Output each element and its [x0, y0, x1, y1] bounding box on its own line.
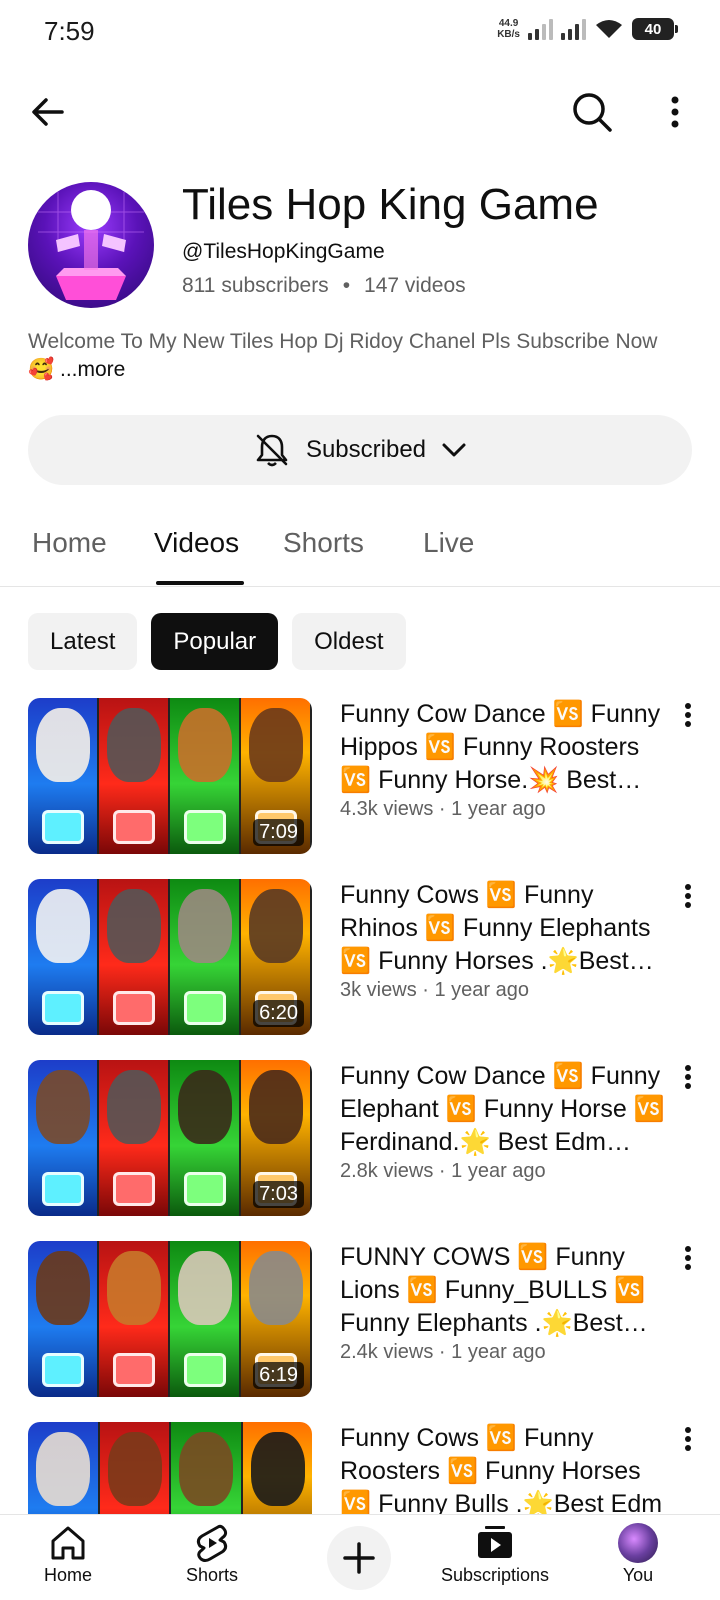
tab-home[interactable]: Home — [32, 527, 107, 559]
shorts-icon — [196, 1524, 228, 1562]
nav-shorts[interactable]: Shorts — [186, 1521, 238, 1586]
search-icon[interactable] — [570, 90, 614, 134]
channel-description[interactable]: Welcome To My New Tiles Hop Dj Ridoy Cha… — [28, 328, 688, 384]
nav-subscriptions[interactable]: Subscriptions — [441, 1521, 549, 1586]
top-app-bar — [0, 80, 720, 144]
video-title[interactable]: Funny Cow Dance 🆚 Funny Hippos 🆚 Funny R… — [340, 698, 668, 797]
channel-avatar[interactable] — [28, 182, 154, 308]
subscriptions-icon — [478, 1526, 513, 1558]
video-more-icon[interactable] — [676, 1243, 700, 1273]
more-vert-icon[interactable] — [660, 90, 690, 134]
chip-latest[interactable]: Latest — [28, 613, 138, 670]
channel-handle: @TilesHopKingGame — [182, 240, 385, 263]
tab-videos[interactable]: Videos — [154, 527, 239, 559]
channel-avatar-art — [38, 190, 144, 300]
subscribed-label: Subscribed — [305, 436, 427, 463]
nav-shorts-label: Shorts — [186, 1565, 239, 1585]
video-more-icon[interactable] — [676, 1062, 700, 1092]
video-duration: 6:19 — [253, 1362, 304, 1389]
video-thumbnail[interactable]: 7:03 — [28, 1060, 312, 1216]
nav-you-label: You — [622, 1565, 654, 1585]
video-title[interactable]: FUNNY COWS 🆚 Funny Lions 🆚 Funny_BULLS 🆚… — [340, 1241, 668, 1340]
subscribed-button[interactable]: Subscribed — [28, 415, 692, 485]
video-title[interactable]: Funny Cow Dance 🆚 Funny Elephant 🆚 Funny… — [340, 1060, 668, 1159]
chip-oldest[interactable]: Oldest — [292, 613, 406, 670]
video-thumbnail[interactable]: 6:19 — [28, 1241, 312, 1397]
description-more-link[interactable]: ...more — [60, 358, 125, 381]
wifi-icon — [596, 20, 622, 38]
video-more-icon[interactable] — [676, 1424, 700, 1454]
channel-name: Tiles Hop King Game — [182, 180, 599, 229]
video-meta: 2.4k views · 1 year ago — [340, 1341, 546, 1363]
sort-chips: Latest Popular Oldest — [28, 613, 406, 670]
video-more-icon[interactable] — [676, 881, 700, 911]
status-bar: 7:59 44.9 KB/s 40 — [0, 0, 720, 66]
tab-shorts[interactable]: Shorts — [283, 527, 364, 559]
home-icon — [51, 1526, 85, 1560]
active-tab-indicator — [156, 581, 244, 585]
video-more-icon[interactable] — [676, 700, 700, 730]
chip-popular[interactable]: Popular — [151, 613, 279, 670]
video-count: 147 videos — [364, 274, 466, 297]
signal-icon — [528, 18, 553, 40]
battery-icon: 40 — [632, 18, 678, 40]
tab-live[interactable]: Live — [423, 527, 474, 559]
create-button[interactable] — [327, 1526, 391, 1590]
video-duration: 7:09 — [253, 819, 304, 846]
video-list: 7:09 Funny Cow Dance 🆚 Funny Hippos 🆚 Fu… — [0, 698, 720, 1514]
network-speed-value: 44.9 — [498, 18, 519, 29]
nav-subscriptions-label: Subscriptions — [441, 1565, 550, 1585]
status-time: 7:59 — [44, 16, 95, 46]
bell-off-icon — [256, 434, 288, 467]
video-item[interactable]: 7:09 Funny Cow Dance 🆚 Funny Hippos 🆚 Fu… — [0, 698, 720, 868]
video-duration: 7:03 — [253, 1181, 304, 1208]
video-thumbnail[interactable]: 7:09 — [28, 698, 312, 854]
subscriber-count: 811 subscribers — [182, 274, 329, 297]
video-title[interactable]: Funny Cows 🆚 Funny Rhinos 🆚 Funny Elepha… — [340, 879, 668, 978]
stats-separator: • — [342, 274, 351, 297]
video-title[interactable]: Funny Cows 🆚 Funny Roosters 🆚 Funny Hors… — [340, 1422, 668, 1514]
nav-you[interactable]: You — [616, 1521, 660, 1586]
video-thumbnail[interactable]: 6:20 — [28, 879, 312, 1035]
video-meta: 2.8k views · 1 year ago — [340, 1160, 546, 1182]
video-item[interactable]: 6:20 Funny Cows 🆚 Funny Rhinos 🆚 Funny E… — [0, 879, 720, 1049]
video-meta: 3k views · 1 year ago — [340, 979, 529, 1001]
channel-tabs: Home Videos Shorts Live — [0, 515, 720, 587]
plus-icon — [343, 1542, 375, 1574]
channel-stats: 811 subscribers • 147 videos — [182, 274, 466, 298]
status-icons: 44.9 KB/s 40 — [497, 18, 678, 40]
bottom-navigation: Home Shorts Subscriptions You — [0, 1514, 720, 1600]
network-speed: 44.9 KB/s — [497, 18, 520, 40]
battery-level: 40 — [644, 20, 662, 38]
signal-icon-2 — [561, 18, 586, 40]
video-item[interactable]: 7:03 Funny Cow Dance 🆚 Funny Elephant 🆚 … — [0, 1060, 720, 1230]
avatar — [618, 1523, 658, 1563]
video-item[interactable]: Funny Cows 🆚 Funny Roosters 🆚 Funny Hors… — [0, 1422, 720, 1514]
video-item[interactable]: 6:19 FUNNY COWS 🆚 Funny Lions 🆚 Funny_BU… — [0, 1241, 720, 1411]
video-meta: 4.3k views · 1 year ago — [340, 798, 546, 820]
back-arrow-icon[interactable] — [28, 92, 68, 132]
nav-home[interactable]: Home — [44, 1521, 92, 1586]
nav-home-label: Home — [44, 1565, 93, 1585]
you-avatar-wrap — [616, 1521, 660, 1565]
video-thumbnail[interactable] — [28, 1422, 312, 1514]
network-speed-unit: KB/s — [497, 29, 520, 40]
video-duration: 6:20 — [253, 1000, 304, 1027]
chevron-down-icon — [442, 443, 466, 457]
